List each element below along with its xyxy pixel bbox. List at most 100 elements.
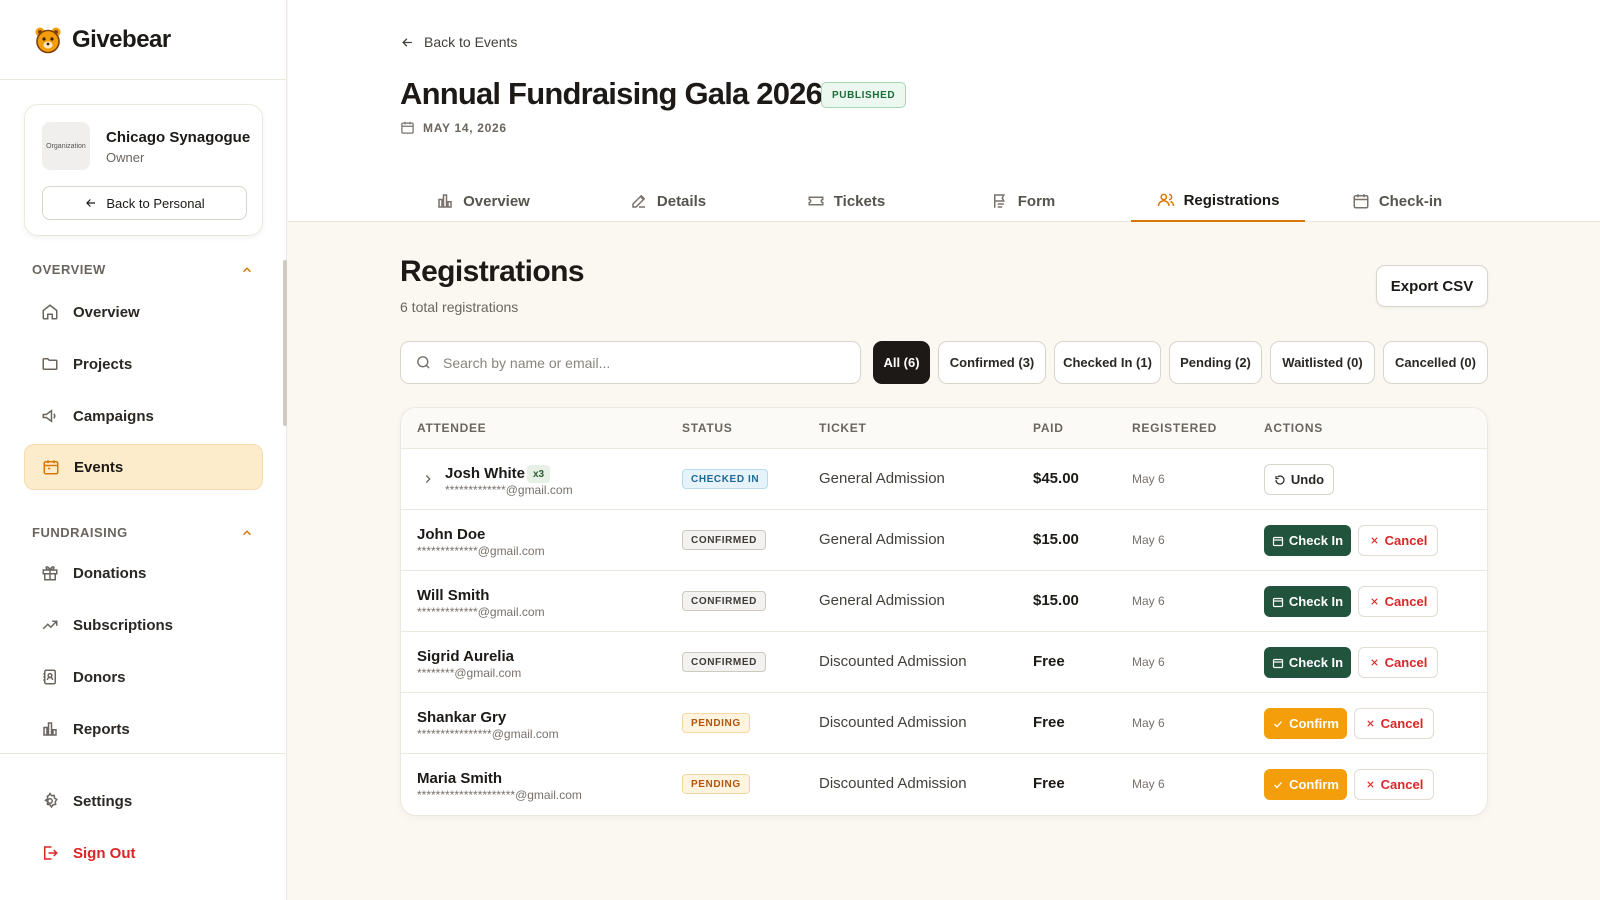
close-icon <box>1371 598 1378 605</box>
attendee-email: *************@gmail.com <box>445 483 573 497</box>
filter-waitlisted[interactable]: Waitlisted (0) <box>1270 341 1375 384</box>
tab-overview[interactable]: Overview <box>408 180 558 222</box>
check-icon <box>1274 781 1283 788</box>
tab-check-in[interactable]: Check-in <box>1322 180 1472 222</box>
close-icon <box>1371 659 1378 666</box>
tab-tickets[interactable]: Tickets <box>771 180 921 222</box>
brand-name: Givebear <box>72 25 171 53</box>
ticket-type: General Admission <box>819 531 945 548</box>
sidebar: Givebear Organization Chicago Synagogue … <box>0 0 287 900</box>
event-header: Back to Events Annual Fundraising Gala 2… <box>288 0 1600 222</box>
paid-amount: $45.00 <box>1033 470 1079 487</box>
sidebar-item-donations[interactable]: Donations <box>24 550 263 596</box>
sidebar-item-label: Sign Out <box>73 844 136 862</box>
sidebar-item-label: Projects <box>73 355 133 373</box>
sidebar-item-sign-out[interactable]: Sign Out <box>24 830 263 876</box>
check-in-button[interactable]: Check In <box>1264 586 1351 617</box>
cancel-label: Cancel <box>1380 777 1424 792</box>
quantity-badge: x3 <box>527 465 551 483</box>
sidebar-item-subscriptions[interactable]: Subscriptions <box>24 602 263 648</box>
org-role: Owner <box>106 150 145 165</box>
tab-label: Tickets <box>833 192 886 210</box>
column-header-attendee: ATTENDEE <box>417 421 487 435</box>
registered-date: May 6 <box>1132 716 1165 730</box>
filter-pending[interactable]: Pending (2) <box>1169 341 1262 384</box>
arrow-left-icon <box>402 37 412 47</box>
event-date: MAY 14, 2026 <box>400 120 507 135</box>
event-date-text: MAY 14, 2026 <box>423 120 507 135</box>
ticket-type: Discounted Admission <box>819 775 967 792</box>
sidebar-scrollbar[interactable] <box>283 260 287 426</box>
search-box <box>400 341 861 384</box>
attendee-name: Maria Smith <box>417 770 503 787</box>
fundraising-section-toggle[interactable]: FUNDRAISING <box>32 525 254 540</box>
ticket-type: General Admission <box>819 592 945 609</box>
attendee-email: *************@gmail.com <box>417 544 545 558</box>
sidebar-item-projects[interactable]: Projects <box>24 341 263 387</box>
sidebar-item-events[interactable]: Events <box>24 444 263 490</box>
confirm-button[interactable]: Confirm <box>1264 708 1347 739</box>
sidebar-item-overview[interactable]: Overview <box>24 289 263 335</box>
brand[interactable]: Givebear <box>0 0 286 80</box>
undo-button[interactable]: Undo <box>1264 464 1334 495</box>
back-to-personal-button[interactable]: Back to Personal <box>42 186 247 220</box>
tab-label: Check-in <box>1378 192 1443 210</box>
form-icon <box>993 194 1005 208</box>
sidebar-item-campaigns[interactable]: Campaigns <box>24 393 263 439</box>
sidebar-item-reports[interactable]: Reports <box>24 706 263 752</box>
cancel-button[interactable]: Cancel <box>1358 525 1438 556</box>
attendee-name: Sigrid Aurelia <box>417 648 514 665</box>
chevron-right-icon[interactable] <box>421 472 435 486</box>
column-header-actions: ACTIONS <box>1264 421 1323 435</box>
cancel-label: Cancel <box>1384 594 1428 609</box>
cancel-button[interactable]: Cancel <box>1358 586 1438 617</box>
sidebar-item-settings[interactable]: Settings <box>24 778 263 824</box>
search-icon <box>417 356 430 369</box>
sidebar-item-label: Settings <box>73 792 133 810</box>
ticket-type: Discounted Admission <box>819 653 967 670</box>
column-header-status: STATUS <box>682 421 733 435</box>
attendee-name: Shankar Gry <box>417 709 507 726</box>
tab-form[interactable]: Form <box>948 180 1098 222</box>
registered-date: May 6 <box>1132 594 1165 608</box>
org-logo: Organization <box>42 122 90 170</box>
cancel-button[interactable]: Cancel <box>1358 647 1438 678</box>
cancel-button[interactable]: Cancel <box>1354 708 1434 739</box>
confirm-button[interactable]: Confirm <box>1264 769 1347 800</box>
bar-chart-icon <box>438 194 452 208</box>
check-in-button[interactable]: Check In <box>1264 525 1351 556</box>
column-header-paid: PAID <box>1033 421 1064 435</box>
filter-cancelled[interactable]: Cancelled (0) <box>1383 341 1488 384</box>
search-input[interactable] <box>443 354 843 371</box>
overview-section-toggle[interactable]: OVERVIEW <box>32 262 254 277</box>
filter-confirmed[interactable]: Confirmed (3) <box>938 341 1046 384</box>
org-card: Organization Chicago Synagogue Owner Bac… <box>24 104 263 236</box>
tab-details[interactable]: Details <box>593 180 743 222</box>
check-in-button[interactable]: Check In <box>1264 647 1351 678</box>
gear-icon <box>44 792 58 809</box>
paid-amount: $15.00 <box>1033 531 1079 548</box>
back-to-personal-label: Back to Personal <box>106 195 205 211</box>
paid-amount: Free <box>1033 775 1065 792</box>
tab-registrations[interactable]: Registrations <box>1131 180 1305 222</box>
export-csv-button[interactable]: Export CSV <box>1376 265 1488 307</box>
check-icon <box>1274 720 1283 727</box>
attendee-email: *********************@gmail.com <box>417 788 582 802</box>
tab-label: Details <box>656 192 707 210</box>
filter-checked-in[interactable]: Checked In (1) <box>1054 341 1161 384</box>
back-to-events-link[interactable]: Back to Events <box>400 34 517 50</box>
filter-all[interactable]: All (6) <box>873 341 930 384</box>
fundraising-heading: FUNDRAISING <box>32 525 128 540</box>
page-title: Annual Fundraising Gala 2026 <box>400 76 823 111</box>
registrations-table: ATTENDEE STATUS TICKET PAID REGISTERED A… <box>400 407 1488 816</box>
cancel-button[interactable]: Cancel <box>1354 769 1434 800</box>
sidebar-item-label: Donations <box>73 564 147 582</box>
registered-date: May 6 <box>1132 655 1165 669</box>
paid-amount: Free <box>1033 653 1065 670</box>
status-badge: CHECKED IN <box>682 469 769 489</box>
undo-label: Undo <box>1290 472 1325 487</box>
status-badge: CONFIRMED <box>682 591 766 611</box>
close-icon <box>1371 537 1378 544</box>
sidebar-item-donors[interactable]: Donors <box>24 654 263 700</box>
check-in-label: Check In <box>1288 533 1344 548</box>
